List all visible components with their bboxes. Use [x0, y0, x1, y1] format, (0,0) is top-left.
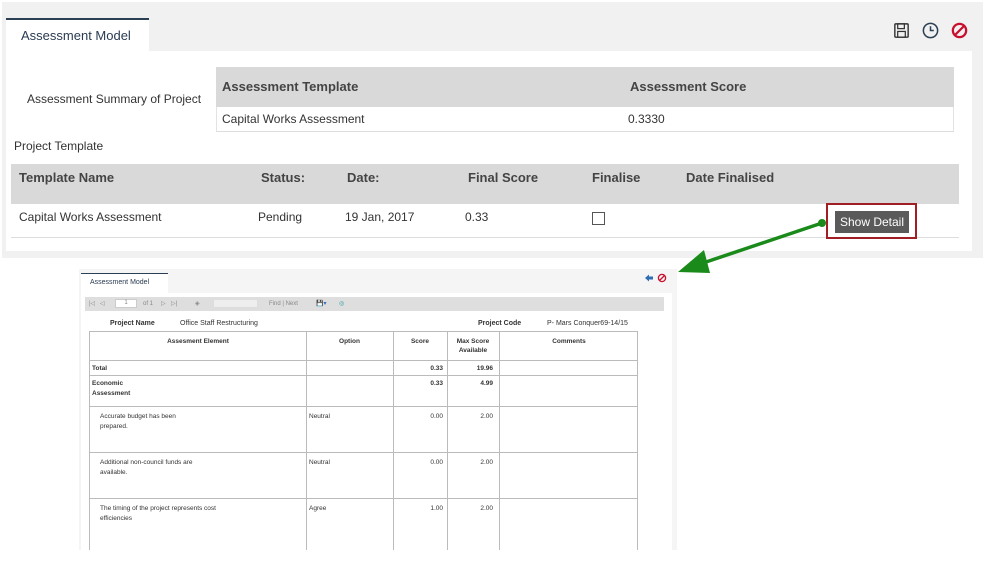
project-template-label: Project Template [14, 139, 104, 153]
row-element: Additional non-council funds are [100, 459, 193, 466]
show-detail-button[interactable]: Show Detail [835, 211, 909, 233]
table-row: Capital Works Assessment Pending 19 Jan,… [11, 203, 959, 239]
project-template-header: Template Name Status: Date: Final Score … [11, 164, 959, 204]
total-score: 0.33 [430, 365, 443, 372]
score-cell: 0.3330 [628, 112, 665, 126]
first-page-icon[interactable]: |◁ [89, 299, 95, 309]
page-count: of 1 [143, 301, 154, 307]
section-max: 4.99 [480, 380, 493, 387]
col-final-score: Final Score [468, 170, 539, 185]
page-input[interactable]: 1 [115, 299, 137, 308]
row-element-2: prepared. [100, 423, 128, 430]
template-name-cell: Capital Works Assessment [19, 210, 162, 224]
report-table: Assesment Element Option Score Max Score… [89, 331, 638, 550]
col-comments: Comments [552, 338, 586, 345]
project-name-value: Office Staff Restructuring [180, 320, 258, 327]
total-max: 19.96 [476, 365, 493, 372]
row-element-2: available. [100, 469, 128, 476]
section-label-2: Assessment [92, 390, 131, 397]
row-option: Agree [309, 505, 327, 512]
col-score: Score [410, 338, 430, 345]
assessment-summary-table: Assessment Template Assessment Score Cap… [216, 67, 954, 132]
report-preview: Assessment Model |◁ ◁ 1 of 1 ▷ ▷| ◈ Find… [79, 269, 677, 550]
next-page-icon[interactable]: ▷ [161, 299, 166, 309]
finalise-checkbox[interactable] [592, 212, 605, 225]
project-code-value: P- Mars Conquer69-14/15 [547, 320, 628, 327]
cancel-icon[interactable] [657, 273, 667, 283]
row-score: 1.00 [430, 505, 443, 512]
project-template-table: Template Name Status: Date: Final Score … [11, 164, 959, 239]
refresh-icon[interactable]: ◈ [195, 299, 200, 309]
last-page-icon[interactable]: ▷| [171, 299, 177, 309]
row-max: 2.00 [480, 505, 493, 512]
section-score: 0.33 [430, 380, 443, 387]
prev-page-icon[interactable]: ◁ [100, 299, 105, 309]
col-date-finalised: Date Finalised [686, 170, 775, 185]
report-toolbar: |◁ ◁ 1 of 1 ▷ ▷| ◈ Find | Next 💾▾ ◎ [85, 297, 664, 311]
row-option: Neutral [309, 413, 330, 420]
template-cell: Capital Works Assessment [222, 112, 365, 126]
row-max: 2.00 [480, 413, 493, 420]
report-tab-label: Assessment Model [90, 279, 150, 286]
summary-header: Assessment Template Assessment Score [216, 67, 954, 107]
col-template-name: Template Name [19, 170, 115, 185]
col-max-score: Max Score [456, 338, 490, 345]
tab-assessment-model[interactable]: Assessment Model [6, 18, 149, 53]
table-row: Capital Works Assessment 0.3330 [216, 107, 954, 132]
save-icon[interactable] [892, 21, 911, 40]
final-score-cell: 0.33 [465, 210, 489, 224]
row-max: 2.00 [480, 459, 493, 466]
project-code-label: Project Code [478, 320, 522, 327]
total-label: Total [92, 365, 108, 372]
col-assessment-template: Assessment Template [222, 79, 359, 94]
col-date: Date: [347, 170, 380, 185]
export-icon[interactable]: 💾▾ [316, 299, 326, 309]
col-status: Status: [261, 170, 306, 185]
row-element-2: efficiencies [100, 515, 133, 522]
back-arrow-icon[interactable] [644, 273, 654, 283]
toolbar [892, 21, 969, 40]
report-body: |◁ ◁ 1 of 1 ▷ ▷| ◈ Find | Next 💾▾ ◎ Proj… [81, 293, 672, 550]
report-icons [644, 273, 667, 283]
project-name-label: Project Name [110, 320, 155, 327]
col-assessment-score: Assessment Score [630, 79, 747, 94]
history-icon[interactable] [921, 21, 940, 40]
find-input[interactable] [213, 299, 258, 308]
show-detail-highlight: Show Detail [826, 203, 917, 239]
col-max-score-available: Available [458, 347, 488, 354]
status-cell: Pending [258, 210, 303, 224]
row-element: The timing of the project represents cos… [100, 505, 216, 512]
feed-icon[interactable]: ◎ [339, 299, 344, 309]
row-option: Neutral [309, 459, 330, 466]
cancel-icon[interactable] [950, 21, 969, 40]
report-tab[interactable]: Assessment Model [81, 273, 168, 293]
section-label: Economic [92, 380, 124, 387]
col-finalise: Finalise [592, 170, 641, 185]
summary-label: Assessment Summary of Project [27, 92, 202, 106]
find-next-link[interactable]: Find | Next [269, 299, 298, 309]
row-element: Accurate budget has been [100, 413, 176, 420]
tab-label: Assessment Model [21, 28, 131, 43]
col-assessment-element: Assesment Element [167, 338, 229, 345]
row-score: 0.00 [430, 413, 443, 420]
col-option: Option [339, 338, 360, 345]
date-cell: 19 Jan, 2017 [345, 210, 415, 224]
row-score: 0.00 [430, 459, 443, 466]
